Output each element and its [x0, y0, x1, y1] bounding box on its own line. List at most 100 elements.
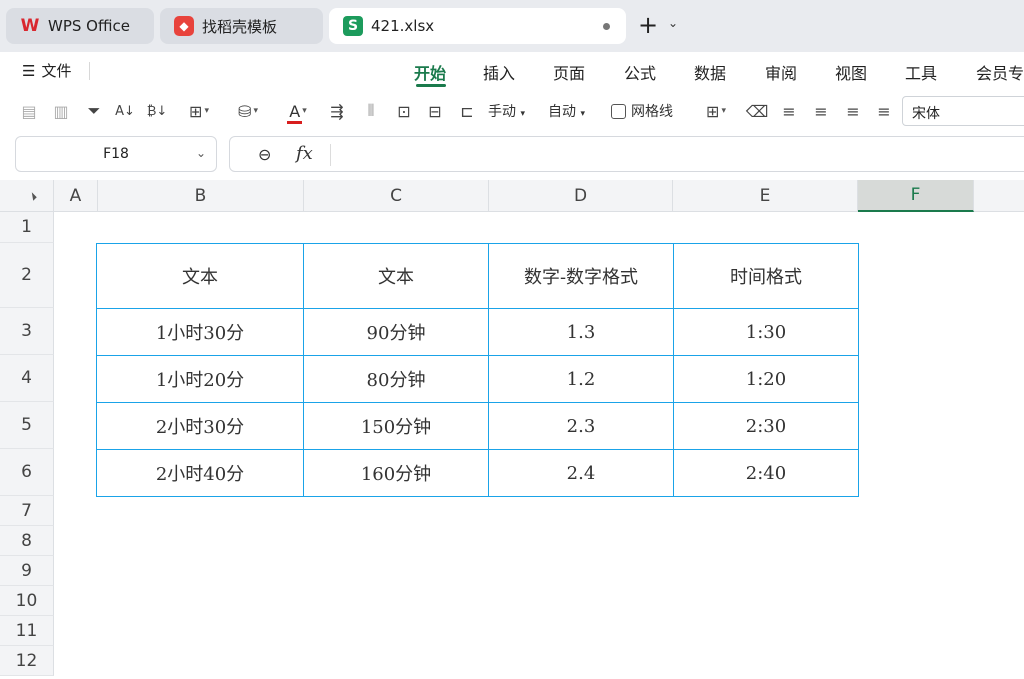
table-cell[interactable]: 150分钟 — [303, 402, 489, 450]
formula-input[interactable]: ⊖ fx — [229, 136, 1024, 172]
zoom-search-icon[interactable]: ⊖ — [258, 145, 271, 164]
table-header-cell[interactable]: 文本 — [96, 243, 304, 309]
chevron-down-icon: ▾ — [253, 106, 258, 116]
table-cell[interactable]: 2.4 — [488, 449, 674, 497]
file-menu[interactable]: ☰ 文件 — [22, 60, 71, 81]
tab-label: WPS Office — [48, 17, 130, 35]
column-header-f[interactable]: F — [858, 180, 974, 212]
freeze-icon[interactable]: ⊏ — [456, 99, 478, 123]
align-justify-icon[interactable]: ≡ — [873, 99, 895, 123]
table-cell[interactable]: 1小时20分 — [96, 355, 304, 403]
tab-label: 421.xlsx — [371, 17, 435, 35]
fill-icon[interactable]: ⊟ — [424, 99, 446, 123]
row-height-dropdown[interactable]: 手动 ▾ — [488, 101, 525, 121]
chevron-down-icon: ▾ — [204, 106, 209, 116]
table-cell[interactable]: 160分钟 — [303, 449, 489, 497]
table-cell[interactable]: 2.3 — [488, 402, 674, 450]
formula-divider — [330, 144, 331, 166]
column-header-d[interactable]: D — [489, 180, 673, 212]
sort-ascending-icon[interactable]: A↓ — [114, 99, 136, 123]
table-header-row: 文本 文本 数字-数字格式 时间格式 — [96, 243, 859, 309]
table-cell[interactable]: 1小时30分 — [96, 308, 304, 356]
ribbon-toolbar: ▤ ▥ ⏷ A↓ ₿↓ ⊞ ▾ ⛁ ▾ A ▾ ⇶ ⫴ ⊡ ⊟ ⊏ 手动 ▾ 自动 ▾… — [0, 90, 1024, 132]
chevron-down-icon[interactable]: ⌄ — [196, 146, 206, 160]
docer-icon: ◆ — [174, 16, 194, 36]
menu-review[interactable]: 审阅 — [765, 60, 797, 84]
menu-formula[interactable]: 公式 — [624, 60, 656, 84]
unsaved-dot-icon[interactable] — [603, 23, 610, 30]
menu-tools[interactable]: 工具 — [905, 60, 937, 84]
fill-color-button[interactable]: ⛁ ▾ — [229, 99, 267, 123]
cell-format-button[interactable]: ⊞ ▾ — [697, 99, 735, 123]
col-width-dropdown[interactable]: 自动 ▾ — [548, 101, 585, 121]
row-col-icon[interactable]: ⊡ — [393, 99, 415, 123]
new-tab-plus-icon[interactable]: + — [638, 12, 658, 38]
row-header-7[interactable]: 7 — [0, 496, 54, 526]
table-cell[interactable]: 2:30 — [673, 402, 859, 450]
table-cell[interactable]: 80分钟 — [303, 355, 489, 403]
table-cell[interactable]: 90分钟 — [303, 308, 489, 356]
table-header-cell[interactable]: 时间格式 — [673, 243, 859, 309]
clear-format-icon[interactable]: ⌫ — [746, 99, 769, 123]
row-header-11[interactable]: 11 — [0, 616, 54, 646]
table-cell[interactable]: 2小时30分 — [96, 402, 304, 450]
spreadsheet-grid[interactable]: A B C D E F 1 2 3 4 5 6 7 8 9 10 11 12 文… — [0, 180, 1024, 679]
tab-workbook[interactable]: S 421.xlsx — [329, 8, 626, 44]
row-header-4[interactable]: 4 — [0, 355, 54, 402]
row-header-12[interactable]: 12 — [0, 646, 54, 676]
column-header-b[interactable]: B — [98, 180, 304, 212]
name-box[interactable]: F18 ⌄ — [15, 136, 217, 172]
borders-icon: ⊞ — [189, 101, 203, 121]
row-header-5[interactable]: 5 — [0, 402, 54, 449]
cell-reference: F18 — [103, 146, 129, 162]
filter-icon[interactable]: ⏷ — [83, 99, 105, 123]
align-left-icon[interactable]: ≡ — [778, 99, 800, 123]
tab-docer-templates[interactable]: ◆ 找稻壳模板 — [160, 8, 323, 44]
borders-button[interactable]: ⊞ ▾ — [180, 99, 218, 123]
wrap-text-icon[interactable]: ⇶ — [326, 99, 348, 123]
table-header-cell[interactable]: 文本 — [303, 243, 489, 309]
menu-member[interactable]: 会员专 — [976, 60, 1024, 84]
row-header-1[interactable]: 1 — [0, 212, 54, 243]
col-width-label: 自动 — [548, 104, 576, 120]
table-cell[interactable]: 1.2 — [488, 355, 674, 403]
align-right-icon[interactable]: ≡ — [842, 99, 864, 123]
table-cell[interactable]: 1:20 — [673, 355, 859, 403]
column-header-a[interactable]: A — [54, 180, 98, 212]
function-icon[interactable]: fx — [296, 143, 313, 164]
select-all-corner[interactable] — [0, 180, 54, 212]
row-header-10[interactable]: 10 — [0, 586, 54, 616]
column-header-c[interactable]: C — [304, 180, 489, 212]
row-header-9[interactable]: 9 — [0, 556, 54, 586]
menu-page[interactable]: 页面 — [553, 60, 585, 84]
paste-format-icon[interactable]: ▥ — [50, 99, 72, 123]
row-header-2[interactable]: 2 — [0, 243, 54, 308]
sort-descending-icon[interactable]: ₿↓ — [146, 99, 168, 123]
formula-bar: F18 ⌄ ⊖ fx — [0, 132, 1024, 178]
new-tab-dropdown-icon[interactable]: ⌄ — [668, 16, 678, 30]
tab-label: 找稻壳模板 — [202, 17, 278, 36]
font-name-input[interactable]: 宋体 — [902, 96, 1024, 126]
tab-wps-office[interactable]: W WPS Office — [6, 8, 154, 44]
font-color-button[interactable]: A ▾ — [280, 99, 316, 124]
menu-data[interactable]: 数据 — [694, 60, 726, 84]
table-cell[interactable]: 2:40 — [673, 449, 859, 497]
column-header-e[interactable]: E — [673, 180, 858, 212]
menu-home[interactable]: 开始 — [414, 60, 446, 84]
row-header-8[interactable]: 8 — [0, 526, 54, 556]
menu-view[interactable]: 视图 — [835, 60, 867, 84]
menu-insert[interactable]: 插入 — [483, 60, 515, 84]
fill-bucket-icon: ⛁ — [238, 101, 252, 121]
table-cell[interactable]: 1.3 — [488, 308, 674, 356]
gridlines-checkbox[interactable]: 网格线 — [611, 101, 673, 121]
chevron-down-icon: ▾ — [520, 109, 525, 119]
row-header-6[interactable]: 6 — [0, 449, 54, 496]
merge-cells-icon[interactable]: ⫴ — [360, 99, 382, 123]
row-header-3[interactable]: 3 — [0, 308, 54, 355]
align-center-icon[interactable]: ≡ — [810, 99, 832, 123]
table-header-cell[interactable]: 数字-数字格式 — [488, 243, 674, 309]
table-cell[interactable]: 2小时40分 — [96, 449, 304, 497]
paste-values-icon[interactable]: ▤ — [18, 99, 40, 123]
chevron-down-icon: ▾ — [721, 106, 726, 116]
table-cell[interactable]: 1:30 — [673, 308, 859, 356]
